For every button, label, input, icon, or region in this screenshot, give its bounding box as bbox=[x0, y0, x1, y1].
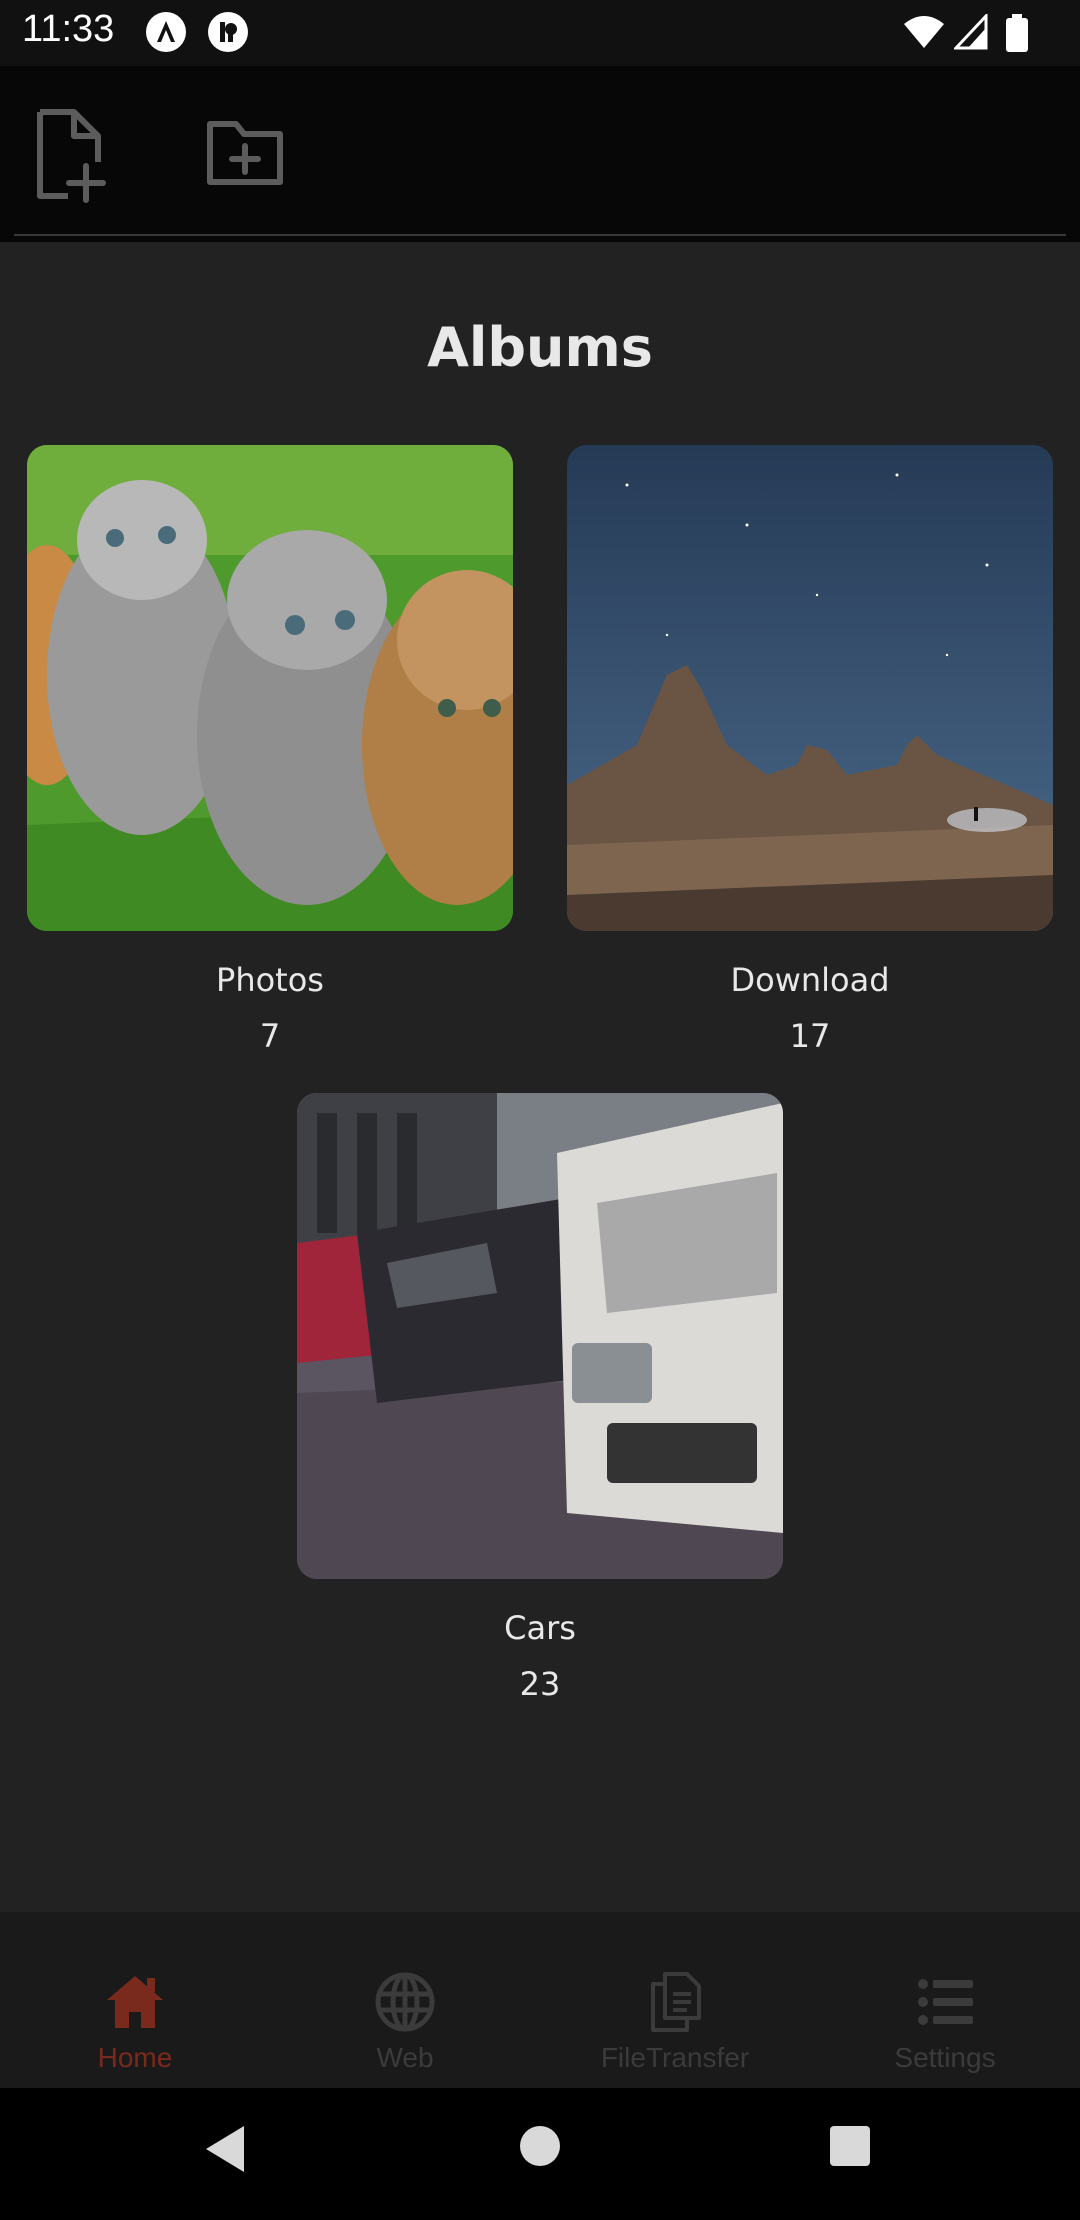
files-icon bbox=[651, 1972, 701, 2032]
file-plus-icon bbox=[37, 109, 106, 203]
nav-item-web[interactable]: Web bbox=[270, 1970, 540, 2074]
toolbar-divider bbox=[14, 234, 1066, 236]
album-card-cars[interactable]: Cars 23 bbox=[297, 1093, 783, 1703]
nav-label: FileTransfer bbox=[600, 2042, 750, 2073]
status-time: 11:33 bbox=[22, 8, 115, 50]
page-title: Albums bbox=[427, 316, 653, 379]
album-card-photos[interactable]: Photos 7 bbox=[27, 445, 513, 1055]
wifi-icon bbox=[904, 16, 944, 48]
top-toolbar bbox=[0, 66, 1080, 242]
albums-screen: Albums Photos 7 Download 17 Cars 23 bbox=[0, 242, 1080, 1912]
cars-image bbox=[297, 1093, 783, 1579]
nav-item-home[interactable]: Home bbox=[0, 1970, 270, 2074]
battery-icon bbox=[1006, 14, 1028, 52]
home-icon bbox=[107, 1976, 163, 2028]
globe-icon bbox=[375, 1972, 435, 2032]
new-folder-button[interactable] bbox=[196, 104, 292, 204]
album-card-download[interactable]: Download 17 bbox=[567, 445, 1053, 1055]
album-count: 17 bbox=[789, 1017, 831, 1055]
nav-label: Home bbox=[97, 2042, 173, 2073]
system-navigation-bar bbox=[0, 2088, 1080, 2220]
desert-night-image bbox=[567, 445, 1053, 931]
app-notification-icon-2 bbox=[208, 12, 248, 52]
nav-label: Web bbox=[376, 2042, 434, 2073]
kittens-image bbox=[27, 445, 513, 931]
album-thumbnail[interactable] bbox=[27, 445, 513, 931]
nav-item-settings[interactable]: Settings bbox=[810, 1970, 1080, 2074]
album-thumbnail[interactable] bbox=[297, 1093, 783, 1579]
bottom-navigation: Home Web FileTransfer Settings bbox=[0, 1912, 1080, 2088]
signal-icon bbox=[954, 14, 988, 50]
album-name: Cars bbox=[504, 1609, 576, 1647]
album-name: Photos bbox=[216, 961, 324, 999]
recents-button-icon[interactable] bbox=[828, 2124, 872, 2168]
album-count: 7 bbox=[259, 1017, 281, 1055]
nav-label: Settings bbox=[894, 2042, 996, 2073]
app-notification-icon bbox=[146, 12, 186, 52]
status-bar: 11:33 bbox=[0, 0, 1080, 66]
folder-plus-icon bbox=[207, 121, 283, 185]
list-icon bbox=[918, 1979, 973, 2025]
album-thumbnail[interactable] bbox=[567, 445, 1053, 931]
home-button-icon[interactable] bbox=[518, 2124, 562, 2168]
nav-item-filetransfer[interactable]: FileTransfer bbox=[540, 1970, 810, 2074]
album-name: Download bbox=[730, 961, 890, 999]
album-count: 23 bbox=[519, 1665, 561, 1703]
new-file-button[interactable] bbox=[24, 104, 114, 204]
back-button-icon[interactable] bbox=[204, 2124, 248, 2174]
